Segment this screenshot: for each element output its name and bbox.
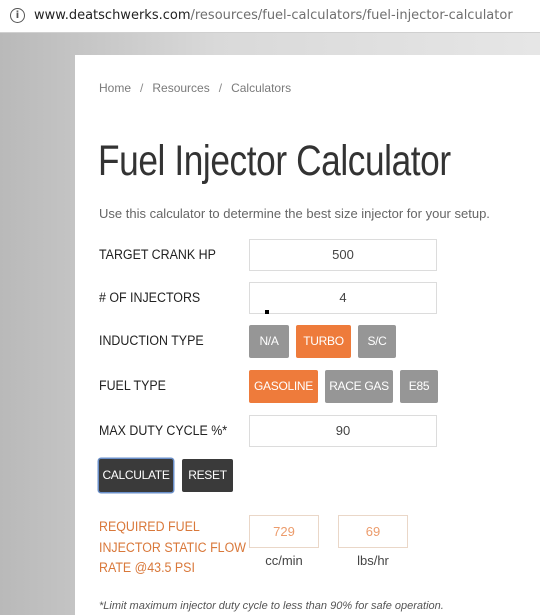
breadcrumb-calculators[interactable]: Calculators xyxy=(231,81,291,95)
result-ccmin-unit: cc/min xyxy=(265,553,303,568)
induction-type-label: INDUCTION TYPE xyxy=(99,333,204,348)
fuel-gasoline-button[interactable]: GASOLINE xyxy=(249,370,318,403)
browser-address-bar[interactable]: i www.deatschwerks.com/resources/fuel-ca… xyxy=(0,0,540,33)
crank-hp-label: TARGET CRANK HP xyxy=(99,247,216,262)
breadcrumb-separator: / xyxy=(218,81,223,95)
injectors-input[interactable]: 4 xyxy=(249,282,437,314)
breadcrumb-separator: / xyxy=(140,81,144,95)
duty-cycle-input[interactable]: 90 xyxy=(249,415,437,447)
induction-na-button[interactable]: N/A xyxy=(249,325,289,358)
result-lbshr-unit: lbs/hr xyxy=(357,553,389,568)
result-ccmin-value: 729 xyxy=(249,515,319,548)
fuel-type-label: FUEL TYPE xyxy=(99,378,166,393)
breadcrumb-resources[interactable]: Resources xyxy=(152,81,209,95)
result-lbshr-value: 69 xyxy=(338,515,408,548)
reset-button[interactable]: RESET xyxy=(182,459,233,492)
duty-cycle-footnote: *Limit maximum injector duty cycle to le… xyxy=(99,600,444,612)
calculate-button[interactable]: CALCULATE xyxy=(99,459,173,492)
url-text[interactable]: www.deatschwerks.com/resources/fuel-calc… xyxy=(34,8,513,23)
url-domain: www.deatschwerks.com xyxy=(34,8,191,23)
result-label: REQUIRED FUEL INJECTOR STATIC FLOW RATE … xyxy=(99,519,246,575)
induction-turbo-button[interactable]: TURBO xyxy=(296,325,351,358)
fuel-e85-button[interactable]: E85 xyxy=(400,370,438,403)
intro-text: Use this calculator to determine the bes… xyxy=(99,206,490,221)
mouse-cursor xyxy=(265,310,269,314)
injectors-label: # OF INJECTORS xyxy=(99,290,201,305)
duty-cycle-label: MAX DUTY CYCLE %* xyxy=(99,423,228,438)
calculator-card: Home / Resources / Calculators Fuel Injector… xyxy=(75,55,540,615)
url-path: /resources/fuel-calculators/fuel-injecto… xyxy=(190,8,513,23)
crank-hp-input[interactable]: 500 xyxy=(249,239,437,271)
induction-sc-button[interactable]: S/C xyxy=(358,325,396,358)
info-icon[interactable]: i xyxy=(10,8,25,23)
page-title: Fuel Injector Calculator xyxy=(98,137,451,185)
breadcrumb-home[interactable]: Home xyxy=(99,81,131,95)
fuel-race-gas-button[interactable]: RACE GAS xyxy=(325,370,393,403)
breadcrumb: Home / Resources / Calculators xyxy=(99,81,291,95)
